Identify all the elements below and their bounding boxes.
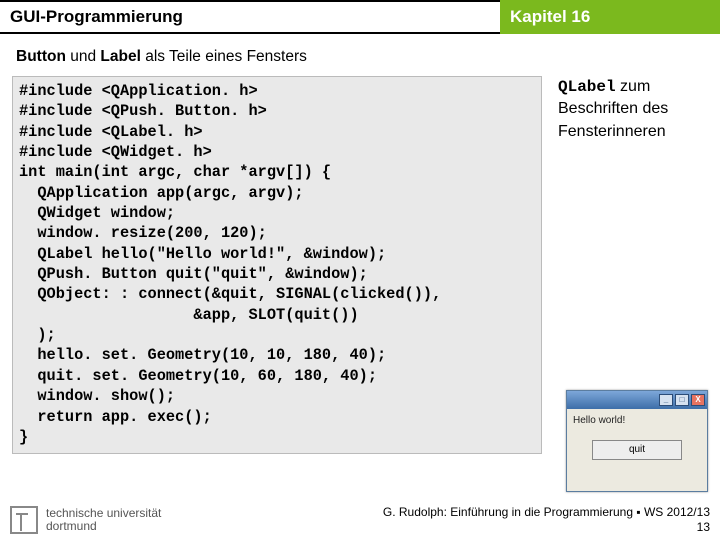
side-line2: Beschriften des: [558, 100, 668, 117]
section-bold-1: Button: [16, 48, 66, 65]
example-titlebar: _ □ X: [567, 391, 707, 409]
slide-footer: G. Rudolph: Einführung in die Programmie…: [383, 505, 710, 536]
tu-logo-icon: [10, 506, 38, 534]
quit-button[interactable]: quit: [592, 440, 682, 460]
section-text-1: und: [66, 48, 100, 65]
footer-line1: G. Rudolph: Einführung in die Programmie…: [383, 505, 710, 521]
header-title-right: Kapitel 16: [500, 0, 720, 34]
side-line3: Fensterinneren: [558, 123, 666, 140]
section-bold-2: Label: [100, 48, 140, 65]
maximize-icon[interactable]: □: [675, 394, 689, 406]
side-mono: QLabel: [558, 78, 616, 96]
section-text-2: als Teile eines Fensters: [141, 48, 307, 65]
close-icon[interactable]: X: [691, 394, 705, 406]
university-logo: technische universität dortmund: [10, 506, 161, 534]
footer-page-number: 13: [383, 520, 710, 536]
slide-header: GUI-Programmierung Kapitel 16: [0, 0, 720, 34]
side-line1: zum: [616, 78, 651, 95]
logo-text: technische universität dortmund: [46, 507, 161, 533]
example-window: _ □ X Hello world! quit: [566, 390, 708, 492]
header-title-left: GUI-Programmierung: [0, 0, 500, 34]
minimize-icon[interactable]: _: [659, 394, 673, 406]
code-listing: #include <QApplication. h> #include <QPu…: [12, 76, 542, 454]
section-title: Button und Label als Teile eines Fenster…: [0, 34, 720, 76]
hello-label: Hello world!: [573, 415, 701, 426]
example-body: Hello world! quit: [567, 409, 707, 466]
logo-line2: dortmund: [46, 520, 161, 533]
